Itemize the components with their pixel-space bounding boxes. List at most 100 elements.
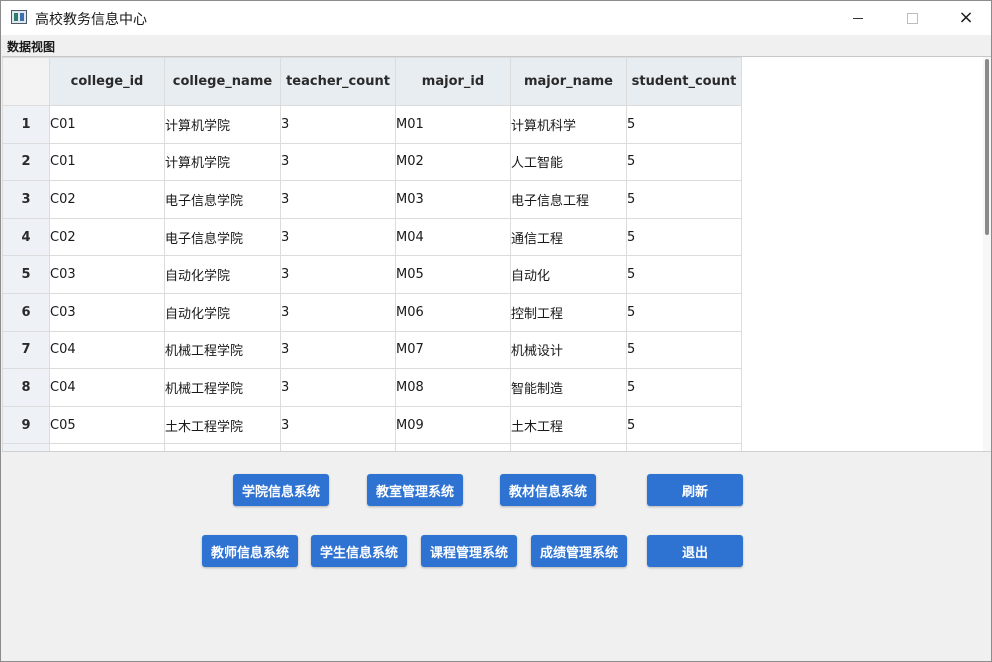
table-cell[interactable]: C04 <box>49 330 165 370</box>
table-row[interactable]: 6 C03 自动化学院 3 M06 控制工程 5 <box>2 292 742 332</box>
table-cell[interactable]: 5 <box>626 292 742 332</box>
classroom-mgmt-button[interactable]: 教室管理系统 <box>367 474 463 506</box>
table-cell[interactable] <box>280 443 396 451</box>
table-cell[interactable]: 电子信息学院 <box>164 180 281 219</box>
table-cell[interactable]: 5 <box>626 105 742 144</box>
exit-button[interactable]: 退出 <box>647 535 743 567</box>
table-cell[interactable]: 3 <box>280 105 396 144</box>
data-table-view[interactable]: college_id college_name teacher_count ma… <box>2 56 991 452</box>
table-cell[interactable] <box>395 443 511 451</box>
column-header-major-id[interactable]: major_id <box>395 57 511 106</box>
table-cell[interactable]: 人工智能 <box>510 142 627 182</box>
table-cell[interactable]: 自动化学院 <box>164 292 281 332</box>
table-cell[interactable]: C01 <box>49 105 165 144</box>
table-cell[interactable]: C04 <box>49 368 165 407</box>
college-info-button[interactable]: 学院信息系统 <box>233 474 329 506</box>
table-cell[interactable]: 5 <box>626 217 742 257</box>
scrollbar-thumb[interactable] <box>985 59 989 235</box>
refresh-button[interactable]: 刷新 <box>647 474 743 506</box>
row-header[interactable]: 6 <box>2 292 50 332</box>
table-row[interactable]: 4 C02 电子信息学院 3 M04 通信工程 5 <box>2 217 742 257</box>
table-row[interactable]: 2 C01 计算机学院 3 M02 人工智能 5 <box>2 142 742 182</box>
table-cell[interactable]: 自动化 <box>510 255 627 294</box>
close-button[interactable]: × <box>943 1 989 35</box>
row-header[interactable]: 9 <box>2 405 50 445</box>
table-row[interactable]: 1 C01 计算机学院 3 M01 计算机科学 5 <box>2 105 742 144</box>
table-cell[interactable]: 3 <box>280 330 396 370</box>
row-header[interactable]: 8 <box>2 368 50 407</box>
student-info-button[interactable]: 学生信息系统 <box>311 535 407 567</box>
table-cell[interactable]: 机械工程学院 <box>164 330 281 370</box>
table-cell[interactable]: 电子信息工程 <box>510 180 627 219</box>
vertical-scrollbar[interactable] <box>983 57 991 451</box>
table-cell[interactable]: 3 <box>280 180 396 219</box>
table-cell[interactable]: 土木工程 <box>510 405 627 445</box>
table-cell[interactable]: M06 <box>395 292 511 332</box>
table-cell[interactable]: 5 <box>626 142 742 182</box>
table-cell[interactable] <box>164 443 281 451</box>
textbook-info-button[interactable]: 教材信息系统 <box>500 474 596 506</box>
table-cell[interactable]: C02 <box>49 217 165 257</box>
teacher-info-button[interactable]: 教师信息系统 <box>202 535 298 567</box>
table-row[interactable]: 8 C04 机械工程学院 3 M08 智能制造 5 <box>2 368 742 407</box>
table-cell[interactable]: 计算机学院 <box>164 105 281 144</box>
table-cell[interactable]: 机械工程学院 <box>164 368 281 407</box>
table-cell[interactable] <box>49 443 165 451</box>
table-cell[interactable]: C03 <box>49 292 165 332</box>
table-cell[interactable]: 5 <box>626 368 742 407</box>
table-cell[interactable]: 3 <box>280 217 396 257</box>
table-cell[interactable]: C01 <box>49 142 165 182</box>
table-cell[interactable]: 3 <box>280 142 396 182</box>
table-row[interactable]: 9 C05 土木工程学院 3 M09 土木工程 5 <box>2 405 742 445</box>
row-header[interactable]: 3 <box>2 180 50 219</box>
table-cell[interactable]: C03 <box>49 255 165 294</box>
minimize-button[interactable] <box>835 1 881 35</box>
row-header[interactable]: 1 <box>2 105 50 144</box>
table-cell[interactable]: C05 <box>49 405 165 445</box>
table-cell[interactable]: 自动化学院 <box>164 255 281 294</box>
table-cell[interactable]: 计算机学院 <box>164 142 281 182</box>
table-cell[interactable]: 智能制造 <box>510 368 627 407</box>
title-bar[interactable]: 高校教务信息中心 × <box>1 1 991 35</box>
table-cell[interactable]: M05 <box>395 255 511 294</box>
table-cell[interactable]: M01 <box>395 105 511 144</box>
table-cell[interactable]: 计算机科学 <box>510 105 627 144</box>
table-cell[interactable]: 3 <box>280 405 396 445</box>
row-header[interactable]: 7 <box>2 330 50 370</box>
table-cell[interactable]: 通信工程 <box>510 217 627 257</box>
column-header-college-id[interactable]: college_id <box>49 57 165 106</box>
table-row[interactable]: 5 C03 自动化学院 3 M05 自动化 5 <box>2 255 742 294</box>
table-cell[interactable]: 土木工程学院 <box>164 405 281 445</box>
table-row[interactable]: 7 C04 机械工程学院 3 M07 机械设计 5 <box>2 330 742 370</box>
column-header-teacher-count[interactable]: teacher_count <box>280 57 396 106</box>
table-cell[interactable]: 控制工程 <box>510 292 627 332</box>
table-row[interactable]: 3 C02 电子信息学院 3 M03 电子信息工程 5 <box>2 180 742 219</box>
column-header-major-name[interactable]: major_name <box>510 57 627 106</box>
table-cell[interactable]: 电子信息学院 <box>164 217 281 257</box>
table-cell[interactable]: M08 <box>395 368 511 407</box>
column-header-college-name[interactable]: college_name <box>164 57 281 106</box>
table-cell[interactable]: M03 <box>395 180 511 219</box>
column-header-student-count[interactable]: student_count <box>626 57 742 106</box>
table-cell[interactable]: 3 <box>280 292 396 332</box>
table-cell[interactable]: 3 <box>280 255 396 294</box>
grade-mgmt-button[interactable]: 成绩管理系统 <box>531 535 627 567</box>
maximize-button[interactable] <box>889 1 935 35</box>
table-cell[interactable]: 5 <box>626 255 742 294</box>
table-cell[interactable]: 机械设计 <box>510 330 627 370</box>
row-header[interactable]: 5 <box>2 255 50 294</box>
row-header[interactable]: 4 <box>2 217 50 257</box>
table-cell[interactable]: 5 <box>626 330 742 370</box>
table-cell[interactable]: 5 <box>626 180 742 219</box>
table-row[interactable] <box>2 443 742 451</box>
table-cell[interactable] <box>626 443 742 451</box>
table-cell[interactable]: M04 <box>395 217 511 257</box>
table-cell[interactable]: M09 <box>395 405 511 445</box>
row-header[interactable]: 2 <box>2 142 50 182</box>
row-header[interactable] <box>2 443 50 451</box>
table-cell[interactable]: 3 <box>280 368 396 407</box>
table-cell[interactable]: C02 <box>49 180 165 219</box>
table-cell[interactable]: M07 <box>395 330 511 370</box>
table-cell[interactable]: 5 <box>626 405 742 445</box>
course-mgmt-button[interactable]: 课程管理系统 <box>421 535 517 567</box>
